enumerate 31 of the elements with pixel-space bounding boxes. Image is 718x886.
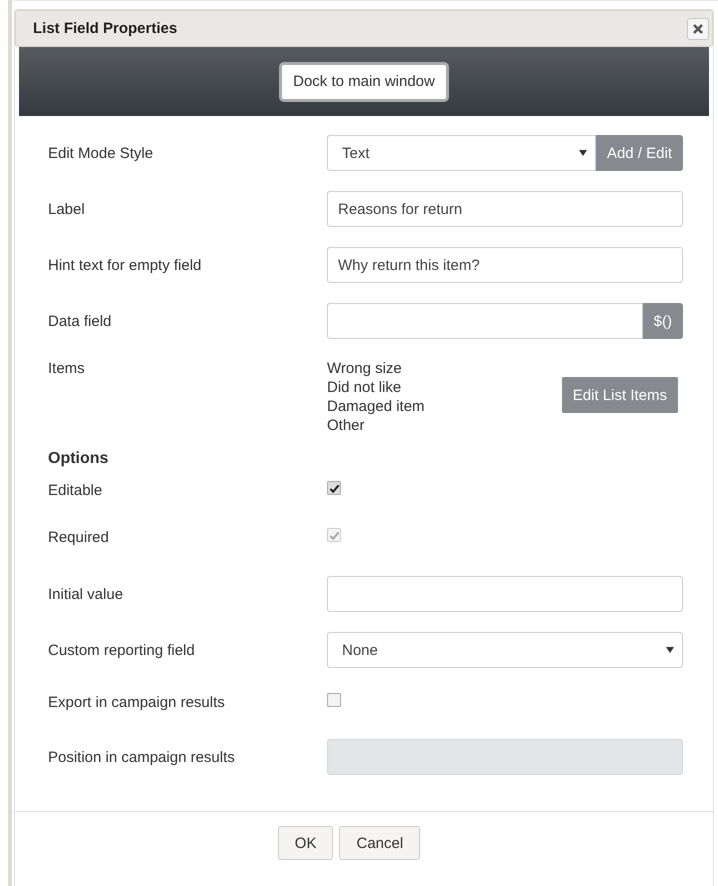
ok-button[interactable]: OK <box>278 826 334 860</box>
list-item: Other <box>327 416 366 435</box>
field-label: Hint text for empty field <box>48 256 202 274</box>
field-label: Custom reporting field <box>48 640 196 660</box>
field-label: Editable <box>48 481 104 500</box>
caret-icon <box>578 150 587 156</box>
field-label: Edit Mode Style <box>48 144 154 162</box>
field-label: Export in campaign results <box>48 693 226 712</box>
list-item: Did not like <box>327 378 402 397</box>
dropdown[interactable]: Text <box>327 135 596 171</box>
caret-icon <box>666 647 674 653</box>
checkbox[interactable] <box>327 481 341 495</box>
field-label: Data field <box>48 312 112 330</box>
input-field[interactable] <box>327 576 683 612</box>
list-item: Damaged item <box>327 397 426 416</box>
field-label: Initial value <box>48 584 124 604</box>
input-field[interactable]: Reasons for return <box>327 191 683 227</box>
field-label: Required <box>48 528 110 547</box>
checkbox[interactable] <box>327 693 341 707</box>
close-icon[interactable] <box>687 18 709 40</box>
field-label: Position in campaign results <box>48 748 236 766</box>
field-label: Items <box>48 359 86 378</box>
section-heading: Options <box>48 448 110 468</box>
input-field[interactable] <box>327 303 643 339</box>
field-label: Label <box>48 200 86 218</box>
cancel-button[interactable]: Cancel <box>339 826 420 860</box>
dialog-title: List Field Properties <box>33 20 178 37</box>
dock-button[interactable]: Dock to main window <box>279 62 449 102</box>
list-item: Wrong size <box>327 359 403 378</box>
dropdown[interactable]: None <box>327 632 683 668</box>
input-field[interactable]: Why return this item? <box>327 247 683 283</box>
